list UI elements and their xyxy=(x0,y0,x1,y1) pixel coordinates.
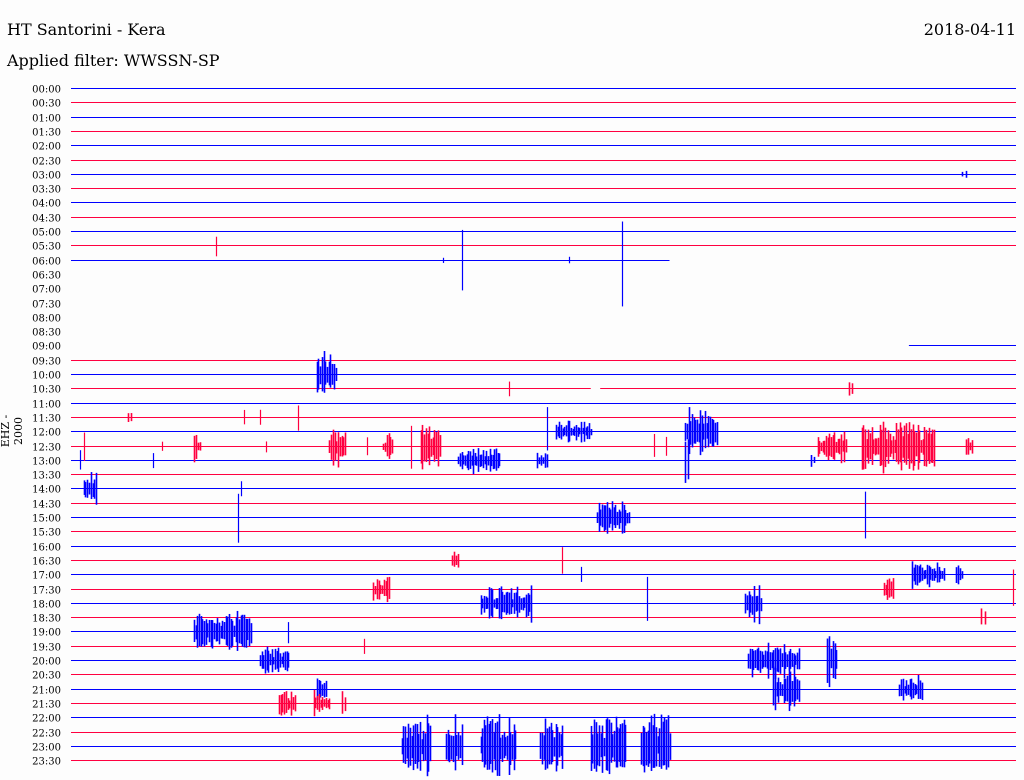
row-time-label: 10:00 xyxy=(32,371,61,382)
row-time-label: 15:00 xyxy=(32,514,61,525)
row-time-label: 20:00 xyxy=(32,657,61,668)
row-time-label: 19:00 xyxy=(32,628,61,639)
row-time-label: 05:30 xyxy=(32,242,61,253)
row-time-label: 09:00 xyxy=(32,342,61,353)
row-time-label: 11:00 xyxy=(32,400,61,411)
row-time-label: 21:00 xyxy=(32,686,61,697)
row-time-label: 10:30 xyxy=(32,385,61,396)
row-time-label: 22:30 xyxy=(32,729,61,740)
row-time-label: 16:00 xyxy=(32,543,61,554)
row-time-label: 01:30 xyxy=(32,128,61,139)
row-time-label: 13:30 xyxy=(32,471,61,482)
row-time-label: 23:00 xyxy=(32,743,61,754)
row-time-label: 14:30 xyxy=(32,500,61,511)
row-time-label: 01:00 xyxy=(32,114,61,125)
row-time-label: 00:30 xyxy=(32,99,61,110)
row-time-label: 22:00 xyxy=(32,714,61,725)
row-time-label: 07:30 xyxy=(32,300,61,311)
row-time-label: 02:30 xyxy=(32,157,61,168)
row-time-label: 06:30 xyxy=(32,271,61,282)
row-time-label: 05:00 xyxy=(32,228,61,239)
row-time-label: 04:00 xyxy=(32,199,61,210)
row-time-label: 08:00 xyxy=(32,314,61,325)
row-time-label: 03:00 xyxy=(32,171,61,182)
row-time-label: 21:30 xyxy=(32,700,61,711)
row-time-label: 12:00 xyxy=(32,428,61,439)
row-time-label: 07:00 xyxy=(32,285,61,296)
row-time-label: 17:00 xyxy=(32,571,61,582)
row-time-label: 16:30 xyxy=(32,557,61,568)
row-time-label: 06:00 xyxy=(32,257,61,268)
row-time-label: 03:30 xyxy=(32,185,61,196)
row-time-label: 12:30 xyxy=(32,443,61,454)
row-time-label: 13:00 xyxy=(32,457,61,468)
row-time-label: 18:30 xyxy=(32,614,61,625)
row-time-label: 17:30 xyxy=(32,586,61,597)
row-time-label: 15:30 xyxy=(32,528,61,539)
row-time-label: 14:00 xyxy=(32,485,61,496)
row-time-label: 11:30 xyxy=(32,414,61,425)
row-time-label: 23:30 xyxy=(32,757,61,768)
row-time-label: 00:00 xyxy=(32,85,61,96)
row-time-label: 20:30 xyxy=(32,671,61,682)
row-time-label: 09:30 xyxy=(32,357,61,368)
helicorder-plot: 00:00 00:30 01:00 01:30 02:00 02:30 03:00 03:30… xyxy=(32,85,1016,777)
row-time-label: 02:00 xyxy=(32,142,61,153)
row-time-label: 18:00 xyxy=(32,600,61,611)
row-time-label: 04:30 xyxy=(32,214,61,225)
row-time-label: 08:30 xyxy=(32,328,61,339)
row-time-label: 19:30 xyxy=(32,643,61,654)
